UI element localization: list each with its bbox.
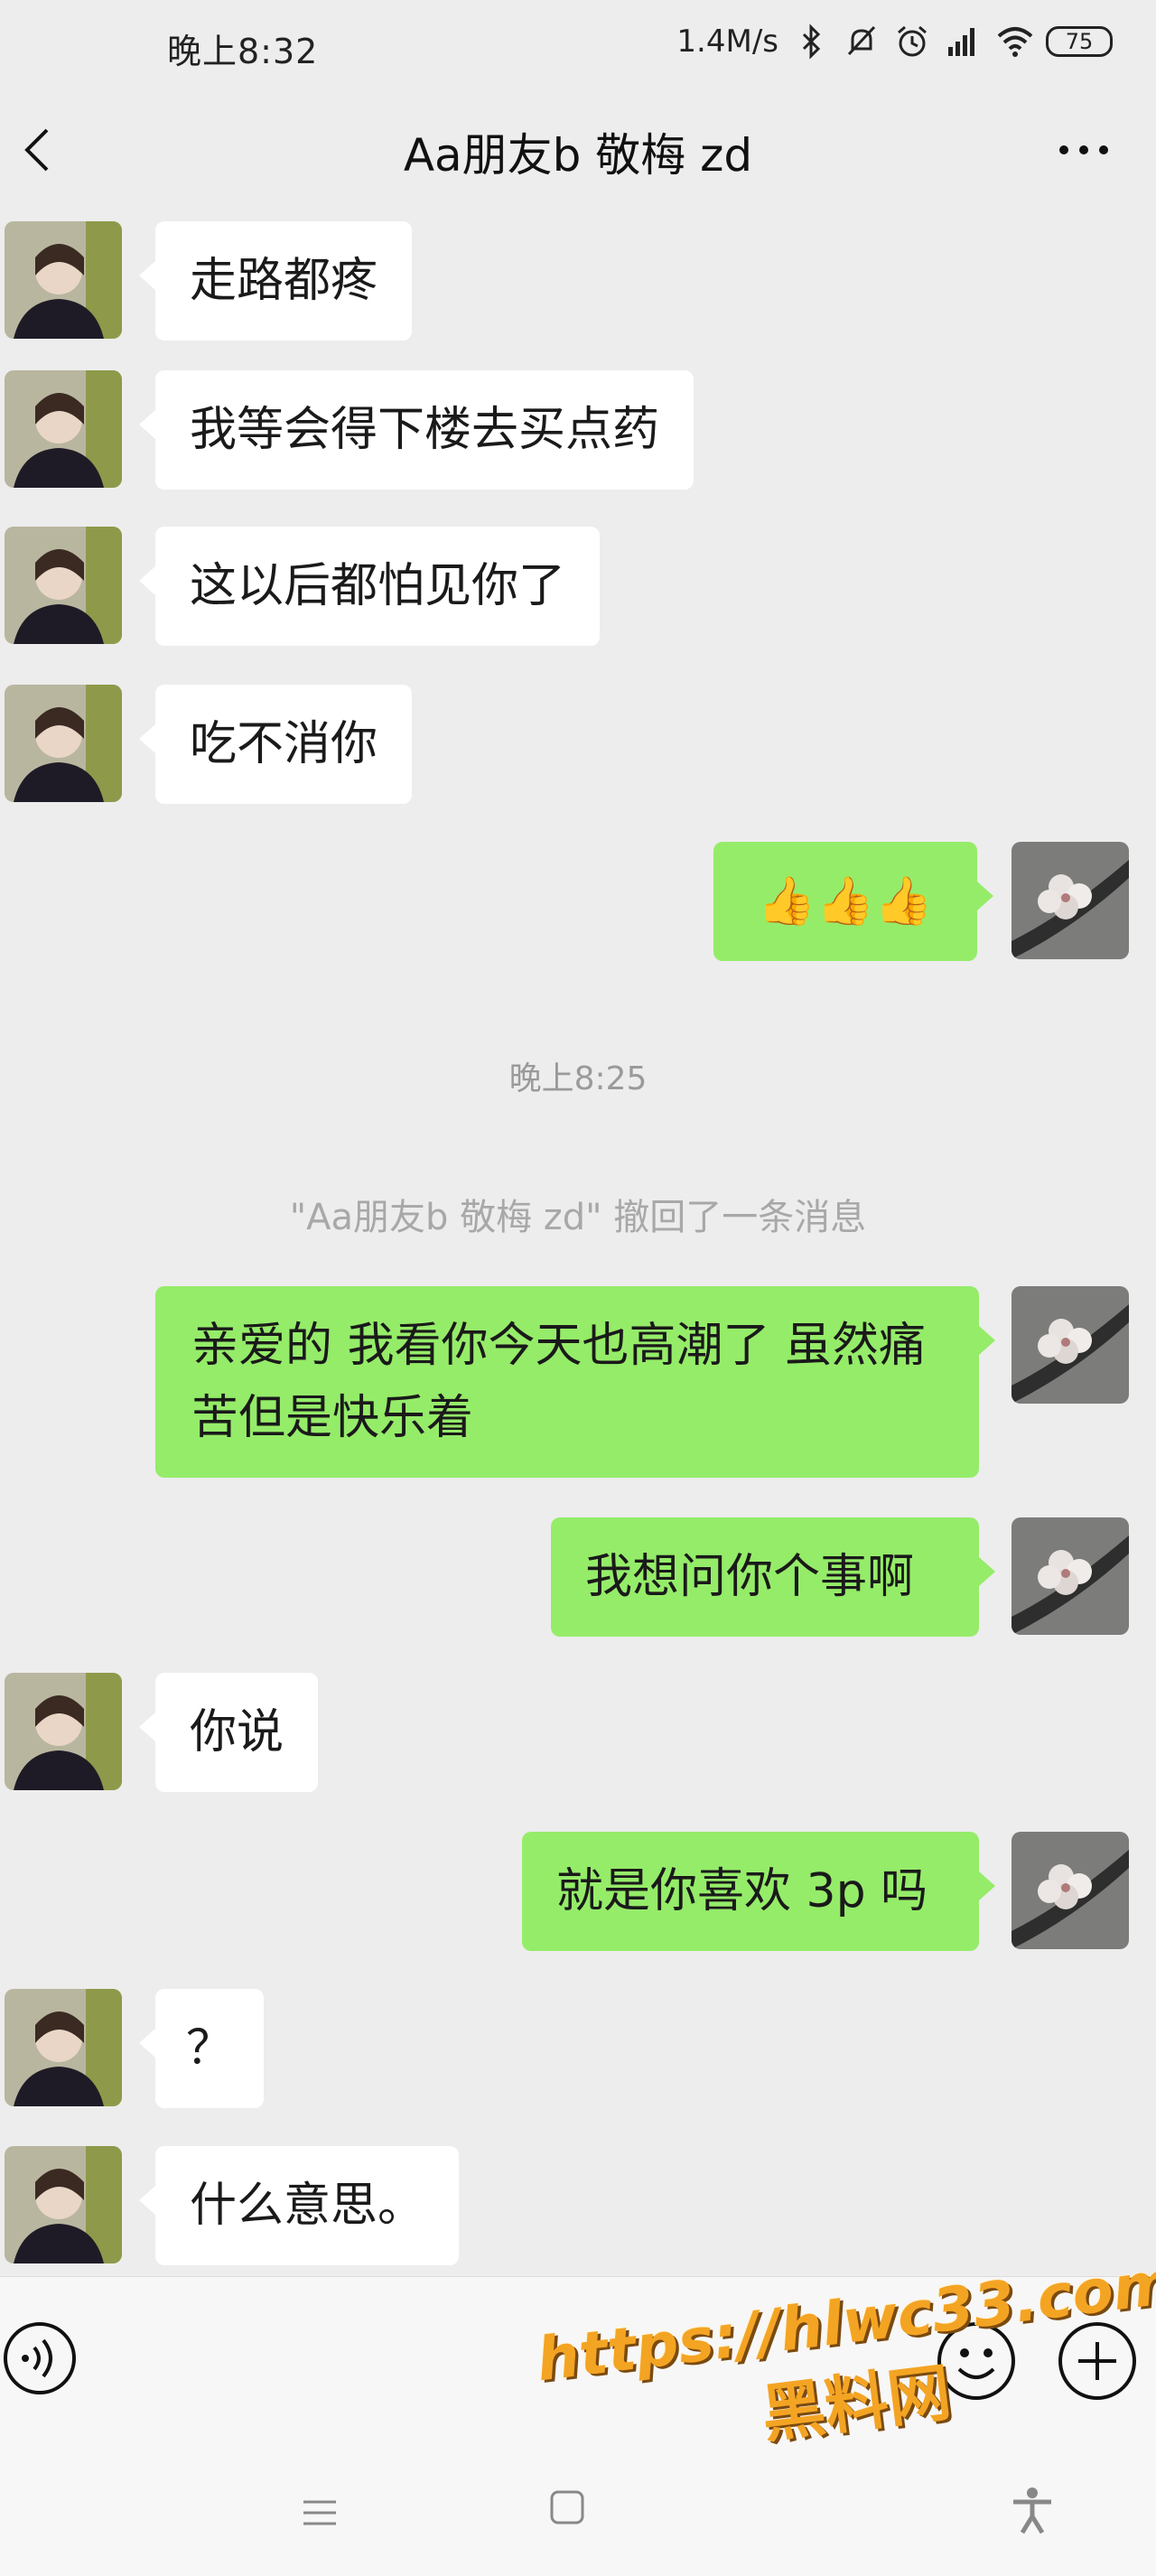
message-bubble-out[interactable]: 就是你喜欢 3p 吗 [522,1832,995,1951]
chat-header: Aa朋友b 敬梅 zd [0,90,1156,212]
message-bubble-in[interactable]: ？ [138,1989,265,2108]
status-icons: 1.4M/s 75 [676,23,1113,60]
wifi-icon [995,23,1033,60]
contact-avatar[interactable] [5,1989,122,2106]
status-bar: 晚上8:32 1.4M/s 75 [0,0,1156,90]
voice-icon[interactable] [2,2320,78,2396]
message-bubble-out[interactable]: 亲爱的 我看你今天也高潮了 虽然痛苦但是快乐着 [155,1286,995,1478]
chat-title: Aa朋友b 敬梅 zd [403,129,753,182]
contact-avatar[interactable] [5,527,122,644]
message-bubble-in[interactable]: 走路都疼 [138,221,413,341]
network-speed: 1.4M/s [676,23,778,60]
alarm-icon [894,23,930,60]
message-bubble-out[interactable]: 我想问你个事啊 [551,1517,995,1637]
contact-avatar[interactable] [5,2146,122,2263]
my-avatar[interactable] [1012,842,1129,959]
message-bubble-in[interactable]: 你说 [138,1673,319,1792]
message-bubble-in[interactable]: 吃不消你 [138,685,413,804]
menu-icon[interactable] [298,2491,341,2534]
more-icon[interactable] [1048,123,1120,177]
message-bubble-in[interactable]: 我等会得下楼去买点药 [138,370,695,490]
battery-icon: 75 [1046,26,1113,57]
my-avatar[interactable] [1012,1832,1129,1949]
message-bubble-out[interactable]: 👍👍👍 [713,842,993,961]
recall-notice: "Aa朋友b 敬梅 zd" 撤回了一条消息 [289,1197,867,1238]
signal-icon [945,23,981,60]
my-avatar[interactable] [1012,1286,1129,1404]
home-icon[interactable] [547,2487,587,2527]
mute-icon [844,23,880,60]
message-bubble-in[interactable]: 什么意思。 [138,2146,460,2265]
contact-avatar[interactable] [5,370,122,488]
contact-avatar[interactable] [5,685,122,802]
status-time: 晚上8:32 [167,32,319,71]
message-bubble-in[interactable]: 这以后都怕见你了 [138,527,601,646]
contact-avatar[interactable] [5,221,122,339]
my-avatar[interactable] [1012,1517,1129,1635]
accessibility-icon[interactable] [1010,2486,1055,2534]
contact-avatar[interactable] [5,1673,122,1790]
bluetooth-icon [793,23,829,60]
message-timestamp: 晚上8:25 [508,1060,648,1097]
